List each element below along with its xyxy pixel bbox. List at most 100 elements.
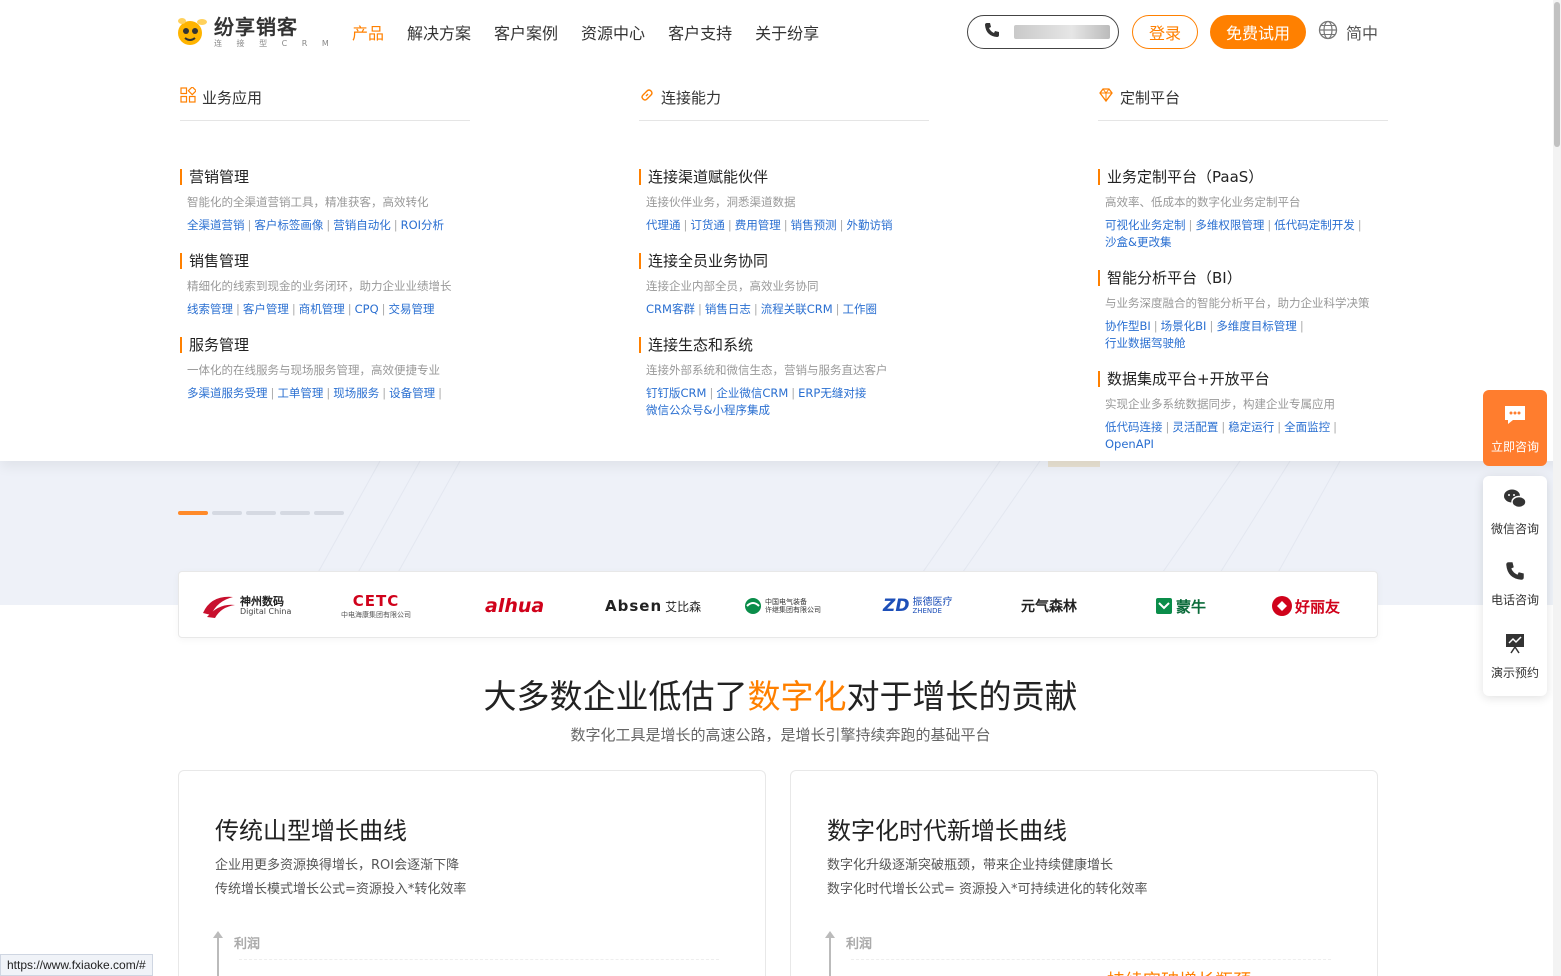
menu-link[interactable]: 多维度目标管理	[1216, 319, 1297, 333]
menu-link[interactable]: 客户标签画像	[254, 218, 323, 232]
section-subtitle: 数字化工具是增长的高速公路，是增长引擎持续奔跑的基础平台	[570, 726, 991, 744]
menu-link[interactable]: ERP无缝对接	[798, 386, 866, 400]
menu-link[interactable]: 外勤访销	[847, 218, 893, 232]
menu-link[interactable]: 沙盒&更改集	[1105, 235, 1171, 249]
menu-column-connect: 连接能力 连接渠道赋能伙伴 连接伙伴业务，洞悉渠道数据 代理通 | 订货通 | 费用管理…	[639, 86, 929, 417]
menu-link[interactable]: 可视化业务定制	[1105, 218, 1186, 232]
menu-link[interactable]: 全面监控	[1284, 420, 1330, 434]
presentation-icon	[1504, 632, 1526, 657]
menu-group-paas: 业务定制平台（PaaS） 高效率、低成本的数字化业务定制平台 可视化业务定制 | 多…	[1098, 169, 1398, 251]
menu-link[interactable]: 营销自动化	[333, 218, 391, 232]
logo-label: 艾比森	[665, 599, 702, 614]
menu-link[interactable]: 场景化BI	[1161, 319, 1207, 333]
menu-group-ecosystem: 连接生态和系统 连接外部系统和微信生态，营销与服务直达客户 钉钉版CRM | 企业微…	[639, 337, 939, 419]
menu-link[interactable]: CRM客群	[646, 302, 695, 316]
carousel-dot[interactable]	[280, 511, 310, 515]
menu-link[interactable]: 企业微信CRM	[716, 386, 788, 400]
phone-consult-button[interactable]: 电话咨询	[1483, 548, 1547, 620]
group-desc: 连接企业内部全员，高效业务协同	[646, 279, 819, 293]
menu-link[interactable]: 订货通	[690, 218, 725, 232]
card-line: 传统增长模式增长公式=资源投入*转化效率	[215, 882, 467, 897]
instant-consult-button[interactable]: 立即咨询	[1483, 390, 1547, 466]
carousel-dot[interactable]	[246, 511, 276, 515]
menu-link[interactable]: 钉钉版CRM	[646, 386, 706, 400]
group-desc: 连接外部系统和微信生态，营销与服务直达客户	[646, 363, 888, 377]
menu-link[interactable]: 代理通	[646, 218, 681, 232]
client-logo-mengniu: 蒙牛	[1155, 592, 1206, 620]
group-title[interactable]: 连接渠道赋能伙伴	[639, 169, 939, 185]
menu-link[interactable]: 多渠道服务受理	[187, 386, 268, 400]
login-button[interactable]: 登录	[1132, 15, 1198, 49]
nav-solutions[interactable]: 解决方案	[407, 20, 471, 44]
group-title[interactable]: 服务管理	[180, 337, 480, 353]
nav-cases[interactable]: 客户案例	[494, 20, 558, 44]
menu-link[interactable]: 工单管理	[277, 386, 323, 400]
menu-link[interactable]: 低代码定制开发	[1274, 218, 1355, 232]
group-title[interactable]: 智能分析平台（BI）	[1098, 270, 1398, 286]
logo-label: 神州数码	[240, 594, 284, 608]
phone-contact[interactable]: 400-1122-778	[967, 15, 1119, 49]
title-part: 对于增长的贡献	[846, 677, 1078, 716]
demo-booking-button[interactable]: 演示预约	[1483, 620, 1547, 692]
nav-resources[interactable]: 资源中心	[581, 20, 645, 44]
diamond-icon	[1098, 87, 1114, 107]
carousel-dot[interactable]	[212, 511, 242, 515]
language-switch[interactable]: 简中	[1318, 20, 1378, 44]
menu-link[interactable]: 全渠道营销	[187, 218, 245, 232]
menu-link[interactable]: CPQ	[355, 302, 379, 316]
menu-link[interactable]: 设备管理	[389, 386, 435, 400]
main-nav: 产品 解决方案 客户案例 资源中心 客户支持 关于纷享	[352, 20, 842, 44]
phone-number: 400-1122-778	[1014, 25, 1110, 39]
group-title[interactable]: 业务定制平台（PaaS）	[1098, 169, 1398, 185]
menu-link[interactable]: ROI分析	[401, 218, 444, 232]
group-desc: 一体化的在线服务与现场服务管理，高效便捷专业	[187, 363, 440, 377]
menu-link[interactable]: 销售日志	[705, 302, 751, 316]
scrollbar-thumb[interactable]	[1554, 2, 1560, 147]
contact-panel: 微信咨询 电话咨询 演示预约	[1483, 476, 1547, 696]
group-title[interactable]: 连接生态和系统	[639, 337, 939, 353]
nav-products[interactable]: 产品	[352, 20, 384, 44]
menu-link[interactable]: 商机管理	[299, 302, 345, 316]
y-axis	[829, 933, 831, 976]
group-title[interactable]: 数据集成平台+开放平台	[1098, 371, 1398, 387]
client-logo-yuanqi: 元气森林	[1021, 592, 1077, 620]
nav-about[interactable]: 关于纷享	[755, 20, 819, 44]
group-title[interactable]: 营销管理	[180, 169, 480, 185]
menu-link[interactable]: 行业数据驾驶舱	[1105, 336, 1186, 350]
nav-support[interactable]: 客户支持	[668, 20, 732, 44]
site-logo[interactable]: 纷享销客 连 接 型 C R M	[176, 14, 335, 50]
menu-link[interactable]: OpenAPI	[1105, 437, 1154, 451]
menu-link[interactable]: 微信公众号&小程序集成	[646, 403, 770, 417]
group-title[interactable]: 销售管理	[180, 253, 480, 269]
phone-icon	[1505, 561, 1525, 584]
menu-link[interactable]: 交易管理	[389, 302, 435, 316]
menu-link[interactable]: 现场服务	[333, 386, 379, 400]
logo-name: 纷享销客	[214, 14, 298, 39]
wechat-label: 微信咨询	[1490, 521, 1539, 536]
menu-group-marketing: 营销管理 智能化的全渠道营销工具，精准获客，高效转化 全渠道营销 | 客户标签画像 |…	[180, 169, 480, 234]
browser-status-url: https://www.fxiaoke.com/#	[0, 954, 153, 976]
y-axis	[217, 933, 219, 976]
menu-link[interactable]: 流程关联CRM	[761, 302, 833, 316]
menu-link[interactable]: 低代码连接	[1105, 420, 1163, 434]
menu-link[interactable]: 工作圈	[843, 302, 878, 316]
title-part: 大多数企业低估了	[483, 677, 748, 716]
wechat-consult-button[interactable]: 微信咨询	[1483, 476, 1547, 548]
carousel-dot[interactable]	[178, 511, 208, 515]
menu-link[interactable]: 客户管理	[243, 302, 289, 316]
menu-link[interactable]: 费用管理	[735, 218, 781, 232]
client-logo-haoliyou: 好丽友	[1271, 592, 1340, 620]
menu-link[interactable]: 线索管理	[187, 302, 233, 316]
menu-link[interactable]: 多维权限管理	[1195, 218, 1264, 232]
menu-link[interactable]: 协作型BI	[1105, 319, 1151, 333]
carousel-dot[interactable]	[314, 511, 344, 515]
menu-link[interactable]: 灵活配置	[1172, 420, 1218, 434]
free-trial-button[interactable]: 免费试用	[1210, 15, 1306, 49]
card-digital-curve: 数字化时代新增长曲线 数字化升级逐渐突破瓶颈，带来企业持续健康增长 数字化时代增…	[790, 770, 1378, 976]
logo-label: 振德医疗	[912, 596, 953, 608]
menu-link[interactable]: 销售预测	[791, 218, 837, 232]
menu-link[interactable]: 稳定运行	[1228, 420, 1274, 434]
logo-label: 许继集团有限公司	[765, 606, 821, 614]
group-title[interactable]: 连接全员业务协同	[639, 253, 939, 269]
card-title: 数字化时代新增长曲线	[827, 817, 1067, 845]
